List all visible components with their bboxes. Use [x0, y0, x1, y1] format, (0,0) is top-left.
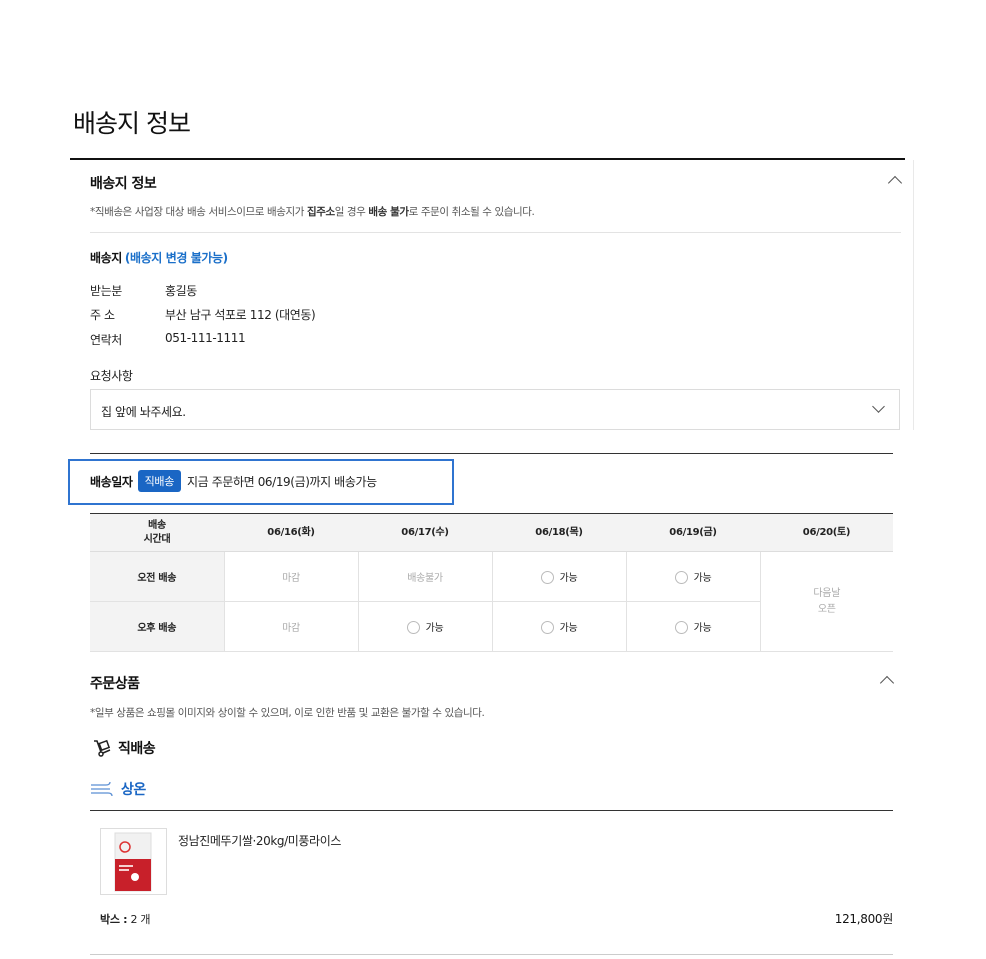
recipient-label: 받는분	[90, 284, 122, 298]
chevron-down-icon	[872, 400, 885, 413]
recipient-value: 홍길동	[165, 284, 197, 298]
date-header: 06/20(토)	[760, 513, 893, 552]
direct-delivery-badge: 직배송	[137, 470, 182, 492]
quantity-label: 박스 :	[100, 913, 128, 926]
shipping-section-title: 배송지 정보	[90, 176, 157, 192]
divider	[90, 453, 893, 454]
address-label: 주 소	[90, 308, 115, 322]
divider	[90, 232, 901, 233]
slot-unavailable: 배송불가	[357, 551, 492, 602]
radio-icon[interactable]	[674, 621, 688, 635]
delivery-date-text: 지금 주문하면 06/19(금)까지 배송가능	[187, 474, 377, 489]
divider	[90, 810, 893, 811]
direct-delivery-heading: 직배송	[92, 738, 156, 758]
temperature-heading: 상온	[90, 779, 146, 799]
note-text: *직배송은 사업장 대상 배송 서비스이므로 배송지가	[90, 206, 307, 218]
date-header: 06/18(목)	[492, 513, 626, 552]
quantity-value: 2 개	[130, 913, 151, 926]
delivery-schedule-table: 배송시간대 06/16(화) 06/17(수) 06/18(목) 06/19(금…	[90, 513, 893, 652]
shipping-note: *직배송은 사업장 대상 배송 서비스이므로 배송지가 집주소일 경우 배송 불…	[90, 204, 535, 219]
radio-icon[interactable]	[674, 571, 688, 585]
chevron-up-icon[interactable]	[879, 675, 895, 691]
note-bold-home: 집주소	[306, 206, 335, 218]
divider	[90, 954, 893, 955]
page-title: 배송지 정보	[73, 109, 191, 138]
phone-label: 연락처	[90, 333, 122, 347]
header-line: 시간대	[143, 533, 171, 545]
slot-closed: 마감	[223, 601, 358, 652]
note-bold-unavailable: 배송 불가	[368, 206, 409, 218]
address-change-note: (배송지 변경 불가능)	[124, 251, 228, 265]
hand-truck-icon	[94, 739, 111, 757]
slot-label: 가능	[559, 572, 578, 584]
header-line: 배송	[148, 519, 166, 531]
delivery-date-label: 배송일자	[90, 474, 133, 489]
radio-icon[interactable]	[540, 621, 554, 635]
date-header: 06/17(수)	[358, 513, 492, 552]
product-thumbnail[interactable]	[100, 828, 167, 895]
rice-bag-image	[114, 832, 152, 892]
order-section-title: 주문상품	[90, 676, 140, 692]
product-quantity: 박스 : 2 개	[100, 911, 150, 927]
address-heading-label: 배송지	[90, 251, 122, 265]
afternoon-label: 오후 배송	[90, 601, 224, 652]
note-text: 일 경우	[334, 206, 369, 218]
direct-delivery-label: 직배송	[118, 741, 156, 757]
slot-label: 가능	[693, 572, 712, 584]
phone-value: 051-111-1111	[165, 331, 246, 345]
delivery-date-row: 배송일자 직배송 지금 주문하면 06/19(금)까지 배송가능	[90, 470, 377, 492]
order-note: *일부 상품은 쇼핑몰 이미지와 상이할 수 있으며, 이로 인한 반품 및 교…	[90, 707, 485, 719]
next-day-text: 다음날	[813, 587, 841, 599]
request-selected-value: 집 앞에 놔주세요.	[101, 405, 186, 419]
slot-closed: 마감	[223, 551, 358, 602]
slot-label: 가능	[559, 622, 578, 634]
radio-icon[interactable]	[540, 571, 554, 585]
next-day-text: 오픈	[817, 603, 836, 615]
slot-available[interactable]: 가능	[357, 601, 492, 652]
slot-label: 가능	[425, 622, 444, 634]
date-header: 06/19(금)	[626, 513, 760, 552]
product-name[interactable]: 정남진메뚜기쌀·20kg/미풍라이스	[178, 832, 341, 849]
schedule-corner-header: 배송시간대	[90, 513, 224, 552]
address-heading: 배송지 (배송지 변경 불가능)	[90, 249, 228, 266]
date-header: 06/16(화)	[224, 513, 358, 552]
morning-label: 오전 배송	[90, 551, 224, 602]
next-day-open-cell: 다음날오픈	[759, 551, 893, 652]
address-value: 부산 남구 석포로 112 (대연동)	[165, 308, 316, 322]
request-select[interactable]: 집 앞에 놔주세요.	[90, 389, 900, 430]
slot-label: 가능	[693, 622, 712, 634]
slot-available[interactable]: 가능	[491, 601, 626, 652]
temperature-label: 상온	[121, 782, 146, 798]
note-text: 로 주문이 취소될 수 있습니다.	[408, 206, 535, 218]
morning-row: 오전 배송 마감 배송불가 가능 가능 다음날오픈	[90, 551, 893, 652]
slot-available[interactable]: 가능	[491, 551, 626, 602]
request-label: 요청사항	[90, 369, 133, 383]
slot-available[interactable]: 가능	[625, 551, 760, 602]
product-price: 121,800원	[834, 912, 894, 926]
slot-available[interactable]: 가능	[625, 601, 760, 652]
radio-icon[interactable]	[406, 621, 420, 635]
schedule-header-row: 배송시간대 06/16(화) 06/17(수) 06/18(목) 06/19(금…	[90, 513, 893, 552]
wind-icon	[91, 781, 113, 797]
